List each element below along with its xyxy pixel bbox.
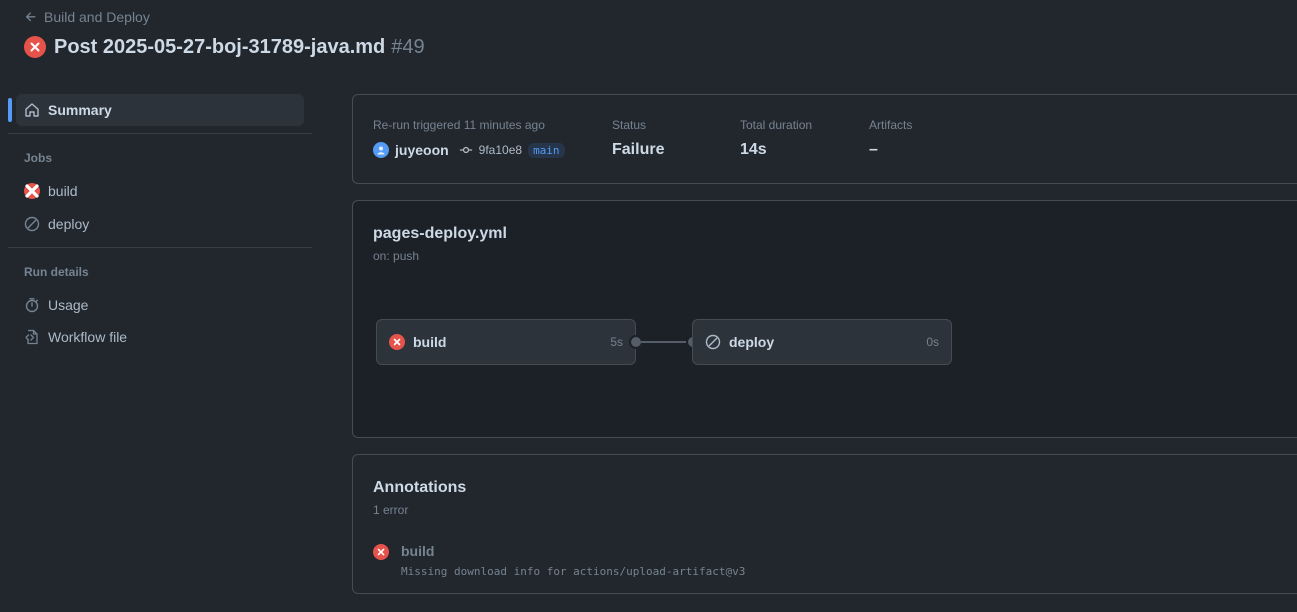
workflow-graph-card: pages-deploy.yml on: push build 5s deplo… (352, 200, 1297, 438)
annotations-count: 1 error (373, 503, 409, 517)
sidebar-item-summary[interactable]: Summary (16, 94, 304, 126)
sidebar-item-usage[interactable]: Usage (24, 295, 88, 315)
avatar[interactable] (373, 142, 389, 158)
git-commit-icon (459, 146, 472, 154)
sidebar-item-label: build (48, 183, 78, 199)
active-indicator (8, 98, 12, 122)
branch-badge[interactable]: main (528, 142, 565, 158)
workflow-file-name: pages-deploy.yml (373, 225, 507, 242)
trigger-label: Re-run triggered 11 minutes ago (373, 118, 545, 132)
workflow-trigger: on: push (373, 249, 420, 263)
annotation-message: Missing download info for actions/upload… (401, 565, 746, 578)
x-circle-fill-icon (389, 334, 405, 350)
sidebar-item-label: Usage (48, 297, 89, 313)
run-details-heading: Run details (24, 265, 89, 279)
x-circle-fill-icon (373, 544, 389, 560)
job-duration: 0s (926, 335, 939, 349)
divider (8, 133, 312, 134)
back-link[interactable]: Build and Deploy (24, 8, 150, 26)
artifacts-label: Artifacts (869, 118, 913, 132)
job-node-deploy[interactable]: deploy 0s (692, 319, 952, 365)
jobs-heading: Jobs (24, 151, 53, 165)
commit-sha-link[interactable]: 9fa10e8 (479, 143, 522, 157)
duration-value: 14s (740, 141, 767, 158)
x-circle-fill-icon (24, 183, 40, 199)
artifacts-value: – (869, 141, 878, 158)
home-icon (25, 103, 39, 117)
skip-icon (705, 334, 721, 350)
actor-link[interactable]: juyeoon (395, 142, 449, 158)
job-name: deploy (729, 334, 775, 350)
annotation-job-link[interactable]: build (401, 543, 434, 559)
x-circle-fill-icon (24, 36, 46, 58)
duration-label: Total duration (740, 118, 813, 132)
job-connector (641, 341, 691, 343)
annotations-card: Annotations 1 error build Missing downlo… (352, 454, 1297, 594)
page-title: Post 2025-05-27-boj-31789-java.md #49 (24, 35, 425, 59)
arrow-left-icon (25, 12, 36, 22)
stopwatch-icon (25, 298, 39, 313)
sidebar-item-label: Summary (48, 102, 112, 118)
run-number: #49 (391, 35, 425, 58)
job-node-build[interactable]: build 5s (376, 319, 636, 365)
status-label: Status (612, 118, 647, 132)
sidebar-item-workflow-file[interactable]: Workflow file (24, 327, 127, 347)
sidebar-item-label: Workflow file (48, 329, 128, 345)
run-summary-card: Re-run triggered 11 minutes ago juyeoon … (352, 94, 1297, 184)
annotations-title: Annotations (373, 479, 467, 496)
sidebar-item-deploy[interactable]: deploy (24, 214, 89, 234)
status-value: Failure (612, 141, 665, 158)
job-duration: 5s (610, 335, 623, 349)
sidebar-item-label: deploy (48, 216, 90, 232)
job-name: build (413, 334, 447, 350)
sidebar-item-build[interactable]: build (24, 181, 78, 201)
trigger-actor-row: juyeoon 9fa10e8 main (373, 142, 565, 158)
run-title: Post 2025-05-27-boj-31789-java.md #49 (54, 35, 425, 58)
file-code-icon (25, 329, 38, 345)
skip-icon (24, 216, 40, 232)
divider (8, 247, 312, 248)
back-link-label: Build and Deploy (44, 9, 150, 25)
